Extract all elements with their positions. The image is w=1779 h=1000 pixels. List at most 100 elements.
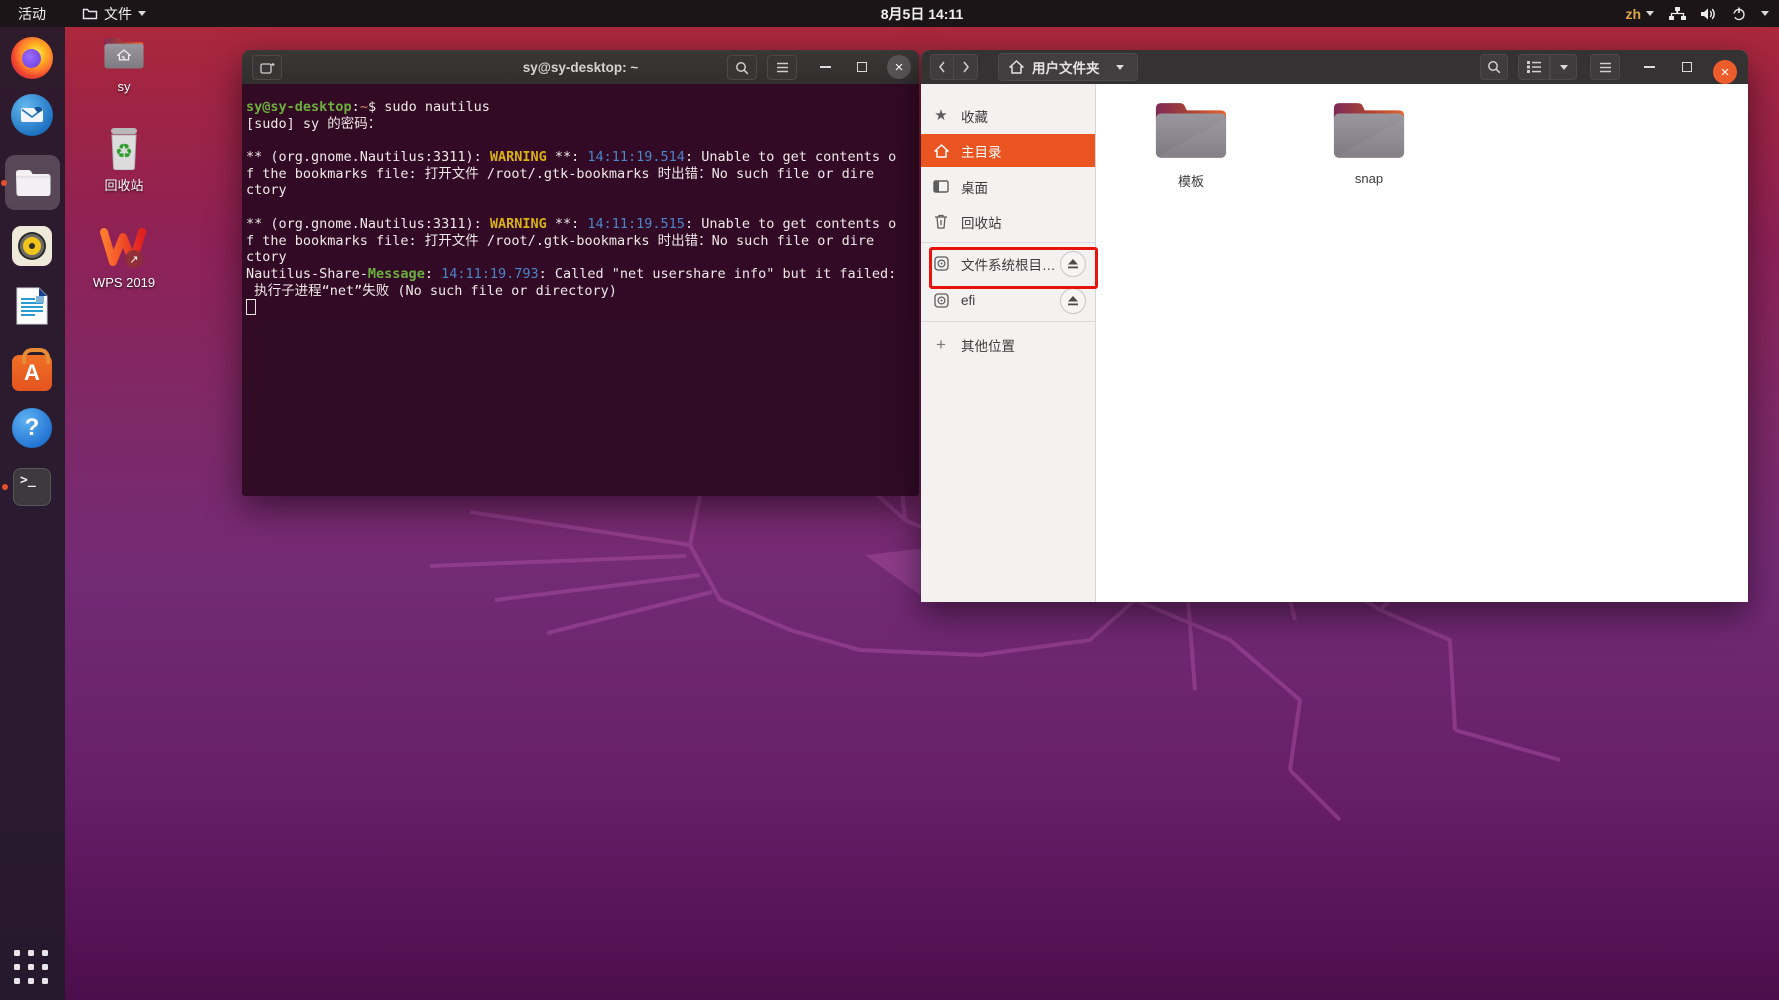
input-source-indicator[interactable]: zh <box>1625 6 1654 22</box>
terminal-output[interactable]: sy@sy-desktop:~$ sudo nautilus [sudo] sy … <box>242 84 919 496</box>
sidebar-item-desktop-2[interactable]: 桌面 <box>921 170 1095 203</box>
files-headerbar[interactable]: 用户文件夹 × <box>921 50 1748 85</box>
running-indicator-dot <box>1 179 7 186</box>
desktop-icon-wps[interactable]: ↗ WPS 2019 <box>76 226 172 290</box>
folder-item-templates[interactable]: 模板 <box>1143 98 1239 190</box>
firefox-icon <box>11 37 53 79</box>
minimize-button[interactable] <box>1636 50 1662 84</box>
power-icon <box>1732 7 1746 21</box>
sidebar-separator <box>921 242 1095 243</box>
system-tray[interactable]: zh <box>1625 0 1769 27</box>
dock-item-help[interactable]: ? <box>8 404 56 452</box>
new-tab-button[interactable] <box>252 55 282 80</box>
sidebar-separator <box>921 321 1095 322</box>
svg-text:↗: ↗ <box>129 254 138 266</box>
ubuntu-software-icon: A <box>12 348 52 391</box>
sidebar-item-label: efi <box>961 293 976 308</box>
eject-button[interactable] <box>1060 250 1086 277</box>
path-bar-button[interactable]: 用户文件夹 <box>998 53 1138 81</box>
view-options-dropdown[interactable] <box>1550 54 1577 80</box>
activities-button[interactable]: 活动 <box>18 0 46 27</box>
file-list-area[interactable]: 模板 snap <box>1096 84 1748 602</box>
maximize-button[interactable] <box>849 50 875 84</box>
terminal-line: ** (org.gnome.Nautilus:3311): WARNING **… <box>246 149 897 166</box>
chevron-down-icon <box>138 11 146 16</box>
folder-icon <box>1155 103 1227 158</box>
sidebar-item-label: 回收站 <box>961 215 1002 231</box>
show-applications-button[interactable] <box>14 950 51 987</box>
folder-item-snap[interactable]: snap <box>1321 98 1417 186</box>
menu-icon[interactable] <box>767 55 797 80</box>
drive-icon <box>933 256 949 271</box>
home-icon <box>1009 60 1024 74</box>
sidebar-item-label: 文件系统根目… <box>961 257 1056 273</box>
terminal-line: ** (org.gnome.Nautilus:3311): WARNING **… <box>246 215 897 232</box>
list-view-button[interactable] <box>1518 54 1550 80</box>
desktop-icon <box>933 180 949 193</box>
sidebar-item-drive-4[interactable]: 文件系统根目… <box>921 247 1095 280</box>
view-controls <box>1518 54 1577 80</box>
dock-item-ubuntu-software[interactable]: A <box>8 346 56 394</box>
path-label: 用户文件夹 <box>1032 61 1100 76</box>
top-bar: 活动 文件 8月5日 14:11 zh <box>0 0 1779 27</box>
terminal-line: ctory <box>246 249 287 266</box>
desktop-icon-label: WPS 2019 <box>92 275 156 290</box>
sidebar-item-star-0[interactable]: ★ 收藏 <box>921 99 1095 132</box>
trash-icon: ♻ <box>76 126 172 172</box>
terminal-line <box>246 299 917 316</box>
dock-item-rhythmbox[interactable] <box>8 222 56 270</box>
minimize-button[interactable] <box>812 50 838 84</box>
files-app-icon <box>82 7 98 20</box>
desktop-icon-trash[interactable]: ♻ 回收站 <box>76 126 172 194</box>
maximize-button[interactable] <box>1674 50 1700 84</box>
terminal-line: sy@sy-desktop:~$ sudo nautilus <box>246 99 490 115</box>
rhythmbox-icon <box>12 226 52 266</box>
dock-item-firefox[interactable] <box>8 34 56 82</box>
libreoffice-writer-icon <box>16 287 48 325</box>
wps-icon: ↗ <box>76 226 172 272</box>
app-menu-button[interactable]: 文件 <box>82 0 146 27</box>
svg-text:♻: ♻ <box>115 141 133 163</box>
sidebar-item-other-locations[interactable]: + 其他位置 <box>921 328 1095 361</box>
forward-button[interactable] <box>954 54 978 80</box>
terminal-line: ctory <box>246 182 287 199</box>
terminal-line: 执行子进程“net”失败 (No such file or directory) <box>246 282 617 299</box>
files-window: 用户文件夹 × ★ 收藏主目录桌面回收站文件系统根目… efi + 其他位置 <box>921 50 1748 602</box>
sidebar-item-home-1[interactable]: 主目录 <box>921 134 1095 167</box>
dock-item-libreoffice-writer[interactable] <box>8 282 56 330</box>
back-button[interactable] <box>930 54 954 80</box>
terminal-cursor <box>246 299 256 316</box>
help-icon: ? <box>12 408 52 448</box>
sidebar-item-label: 主目录 <box>961 144 1002 160</box>
sidebar-item-label: 收藏 <box>961 109 988 125</box>
terminal-line: f the bookmarks file: 打开文件 /root/.gtk-bo… <box>246 232 875 249</box>
folder-label: 模板 <box>1177 174 1204 189</box>
files-icon <box>15 169 50 196</box>
eject-button[interactable] <box>1060 287 1086 314</box>
search-icon[interactable] <box>727 55 757 80</box>
thunderbird-icon <box>11 94 53 136</box>
terminal-icon: >_ <box>13 468 51 506</box>
clock-button[interactable]: 8月5日 14:11 <box>881 0 964 27</box>
desktop-icon-label: sy <box>117 79 131 94</box>
terminal-titlebar[interactable]: sy@sy-desktop: ~ × <box>242 50 919 85</box>
hamburger-menu-button[interactable] <box>1590 54 1620 80</box>
dock-item-thunderbird[interactable] <box>8 91 56 139</box>
search-button[interactable] <box>1480 54 1508 80</box>
chevron-down-icon <box>1761 11 1769 16</box>
dock-item-files[interactable] <box>1 155 60 210</box>
places-sidebar: ★ 收藏主目录桌面回收站文件系统根目… efi + 其他位置 <box>921 84 1096 602</box>
sidebar-item-trash-3[interactable]: 回收站 <box>921 205 1095 238</box>
home-icon <box>933 143 949 158</box>
desktop-icon-home[interactable]: sy <box>76 30 172 94</box>
dock-item-terminal[interactable]: >_ <box>2 463 56 511</box>
dock: A? >_ <box>0 27 65 1000</box>
chevron-down-icon <box>1646 11 1654 16</box>
sidebar-item-drive-5[interactable]: efi <box>921 284 1095 317</box>
folder-label: snap <box>1354 171 1384 186</box>
input-source-label: zh <box>1625 5 1641 22</box>
close-button[interactable]: × <box>886 50 912 84</box>
running-indicator-dot <box>2 484 8 490</box>
